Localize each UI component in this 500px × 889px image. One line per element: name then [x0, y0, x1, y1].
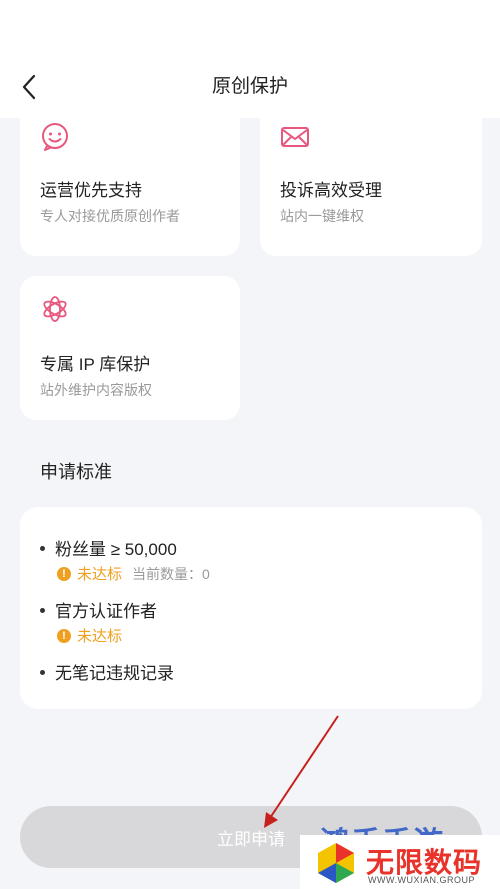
requirement-item: 粉丝量 ≥ 50,000	[40, 535, 177, 560]
bullet	[40, 608, 45, 614]
benefit-card-complaints: 投诉高效受理 站内一键维权	[260, 108, 482, 256]
card-subtitle: 站外维护内容版权	[40, 382, 152, 398]
benefit-card-ip: 专属 IP 库保护 站外维护内容版权	[20, 276, 240, 420]
watermark-logo: 无限数码 WWW.WUXIAN.GROUP	[300, 835, 500, 889]
brand-logo-icon	[318, 843, 354, 883]
status-badge: ! 未达标 当前数量：0	[57, 563, 210, 584]
requirement-label: 无笔记违规记录	[55, 664, 174, 683]
bullet	[40, 670, 45, 676]
page-title: 原创保护	[211, 76, 288, 97]
warning-icon: !	[57, 566, 71, 581]
smile-chat-icon	[40, 122, 70, 152]
warning-icon: !	[57, 628, 71, 643]
card-subtitle: 站内一键维权	[280, 208, 364, 224]
flower-icon	[40, 294, 70, 324]
bullet	[40, 546, 45, 552]
requirements-card: 粉丝量 ≥ 50,000 ! 未达标 当前数量：0 官方认证作者 ! 未达标 无…	[20, 507, 482, 709]
top-bar: 原创保护	[0, 0, 500, 118]
status-text: 未达标	[77, 628, 123, 645]
requirement-label: 官方认证作者	[55, 602, 157, 621]
card-title: 投诉高效受理	[280, 181, 382, 200]
watermark-url: WWW.WUXIAN.GROUP	[368, 875, 475, 885]
requirement-label: 粉丝量 ≥ 50,000	[55, 540, 177, 559]
requirement-item: 官方认证作者	[40, 597, 157, 622]
benefit-card-operations: 运营优先支持 专人对接优质原创作者	[20, 108, 240, 256]
status-badge: ! 未达标	[57, 625, 122, 646]
mail-icon	[280, 122, 310, 152]
card-title: 专属 IP 库保护	[40, 355, 151, 374]
status-text: 未达标	[77, 566, 123, 583]
card-subtitle: 专人对接优质原创作者	[40, 208, 180, 224]
requirements-title: 申请标准	[40, 462, 112, 482]
requirement-item: 无笔记违规记录	[40, 659, 174, 684]
current-count: 当前数量：0	[132, 565, 210, 582]
card-title: 运营优先支持	[40, 181, 142, 200]
